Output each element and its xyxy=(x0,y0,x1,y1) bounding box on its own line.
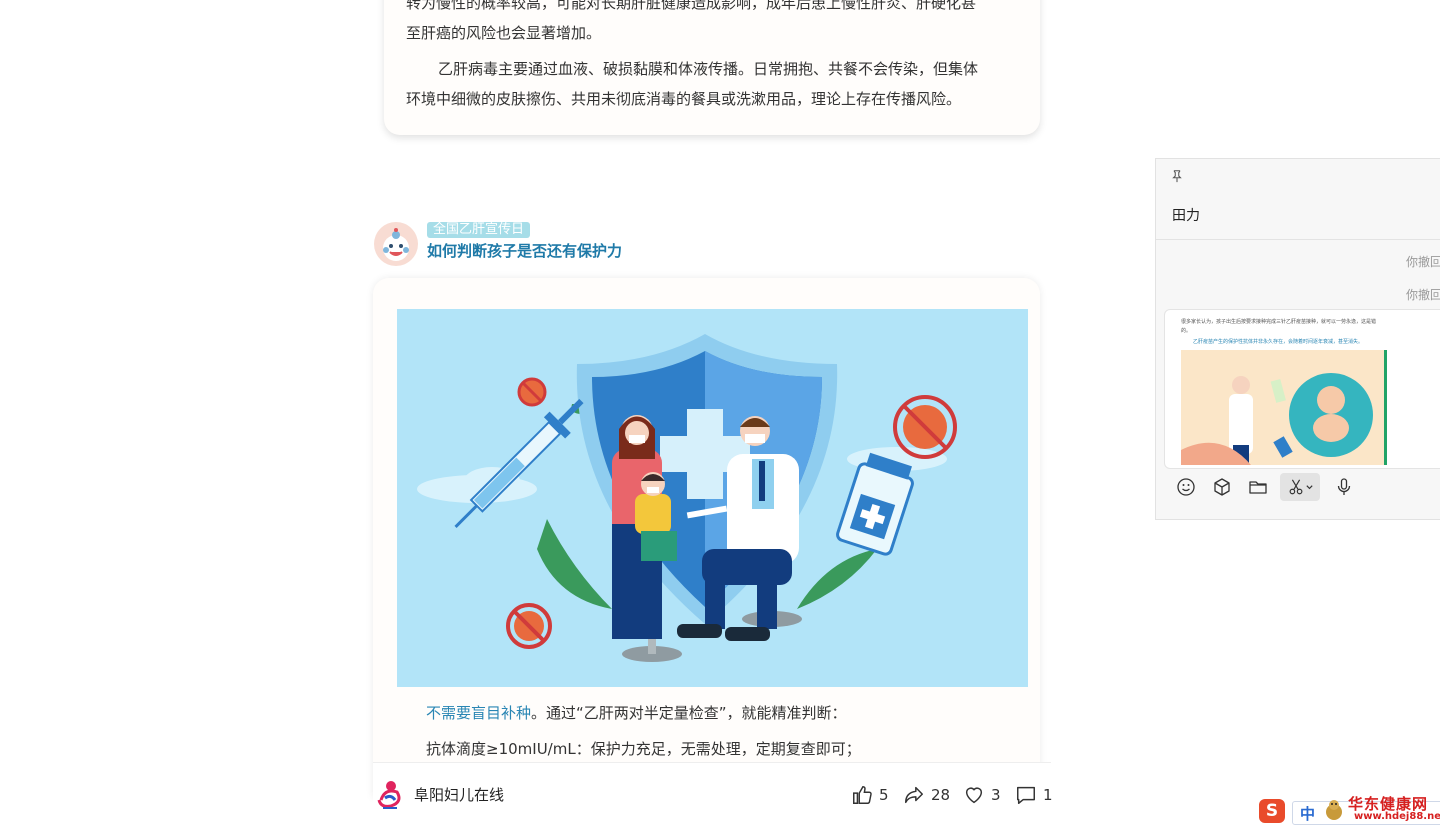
chat-contact-name: 田力 xyxy=(1172,208,1200,224)
topic-tag[interactable]: 全国乙肝宣传日 xyxy=(427,222,531,238)
share-button[interactable]: 28 xyxy=(903,783,950,807)
heart-icon xyxy=(965,787,983,804)
post-card: 不需要盲目补种。通过“乙肝两对半定量检查”，就能精准判断： 抗体滴度≥10mIU… xyxy=(373,278,1040,798)
emoji-button[interactable] xyxy=(1172,473,1200,501)
chat-window: 田力 你撤回 你撤回 很多家长认为，孩子出生后按要求接种完成三针乙肝疫苗接种，就… xyxy=(1155,158,1440,520)
file-button[interactable] xyxy=(1244,473,1272,501)
post-footer: 阜阳妇儿在线 5 28 3 1 xyxy=(373,762,1053,827)
comment-count: 1 xyxy=(1043,786,1053,804)
post-text-line: 抗体滴度≥10mIU/mL：保护力充足，无需处理，定期复查即可； xyxy=(426,740,861,758)
emoji-icon xyxy=(1177,478,1195,496)
comment-icon xyxy=(1017,786,1035,804)
paragraph-line: 至肝癌的风险也会显著增加。 xyxy=(406,24,602,42)
account-name[interactable]: 阜阳妇儿在线 xyxy=(414,785,504,805)
voice-button[interactable] xyxy=(1330,473,1358,501)
paragraph-line: 环境中细微的皮肤擦伤、共用未彻底消毒的餐具或洗漱用品，理论上存在传播风险。 xyxy=(406,90,962,108)
pasted-image-preview[interactable]: 很多家长认为，孩子出生后按要求接种完成三针乙肝疫苗接种，就可以一劳永逸，这是错的… xyxy=(1164,309,1440,469)
sogou-logo-icon[interactable]: S xyxy=(1259,799,1285,823)
comment-button[interactable]: 1 xyxy=(1015,783,1053,807)
author-avatar[interactable] xyxy=(374,222,418,266)
ime-toolbar: S 中 华东健康网 www.hdej88.net xyxy=(1256,795,1440,826)
account-logo-icon[interactable] xyxy=(375,778,405,810)
virus-prohibited-icon xyxy=(517,377,547,407)
like-count: 5 xyxy=(879,786,889,804)
ime-mode[interactable]: 中 xyxy=(1300,803,1315,824)
chat-toolbar xyxy=(1164,473,1440,503)
screenshot-button[interactable] xyxy=(1280,473,1320,501)
share-icon xyxy=(905,786,923,804)
like-button[interactable]: 5 xyxy=(851,783,889,807)
post-title[interactable]: 如何判断孩子是否还有保护力 xyxy=(427,241,622,261)
paragraph-line: 转为慢性的概率较高，可能对长期肝脏健康造成影响，成年后患上慢性肝炎、肝硬化甚 xyxy=(406,0,977,12)
divider xyxy=(1156,239,1440,240)
watermark-url: www.hdej88.net xyxy=(1354,811,1440,822)
recall-notice: 你撤回 xyxy=(1406,255,1440,269)
highlight-text: 不需要盲目补种 xyxy=(426,704,532,722)
microphone-icon xyxy=(1337,478,1351,495)
preview-text: 乙肝疫苗产生的保护性抗体并非永久存在，会随着时间逐年衰减，甚至消失。 xyxy=(1193,339,1364,345)
chevron-down-icon[interactable] xyxy=(1305,483,1314,492)
paragraph-line: 乙肝病毒主要通过血液、破损黏膜和体液传播。日常拥抱、共餐不会传染，但集体 xyxy=(438,60,979,78)
like-icon xyxy=(853,786,872,804)
post-text-segment: 。通过“乙肝两对半定量检查”，就能精准判断： xyxy=(531,704,847,722)
post-text-line: 不需要盲目补种。通过“乙肝两对半定量检查”，就能精准判断： xyxy=(426,702,847,724)
folder-icon xyxy=(1249,481,1267,494)
sticker-button[interactable] xyxy=(1208,473,1236,501)
recall-notice: 你撤回 xyxy=(1406,288,1440,302)
mascot-icon xyxy=(1324,797,1344,821)
share-count: 28 xyxy=(931,786,951,804)
preview-illustration xyxy=(1181,350,1387,465)
scissors-icon xyxy=(1289,479,1302,495)
pin-icon[interactable] xyxy=(1170,169,1184,183)
cube-icon xyxy=(1214,478,1230,496)
favorite-count: 3 xyxy=(991,786,1001,804)
favorite-button[interactable]: 3 xyxy=(963,783,1001,807)
article-card-previous: 转为慢性的概率较高，可能对长期肝脏健康造成影响，成年后患上慢性肝炎、肝硬化甚 至… xyxy=(384,0,1040,135)
vaccination-illustration xyxy=(397,309,1028,687)
preview-text: 很多家长认为，孩子出生后按要求接种完成三针乙肝疫苗接种，就可以一劳永逸，这是错的… xyxy=(1181,319,1377,334)
